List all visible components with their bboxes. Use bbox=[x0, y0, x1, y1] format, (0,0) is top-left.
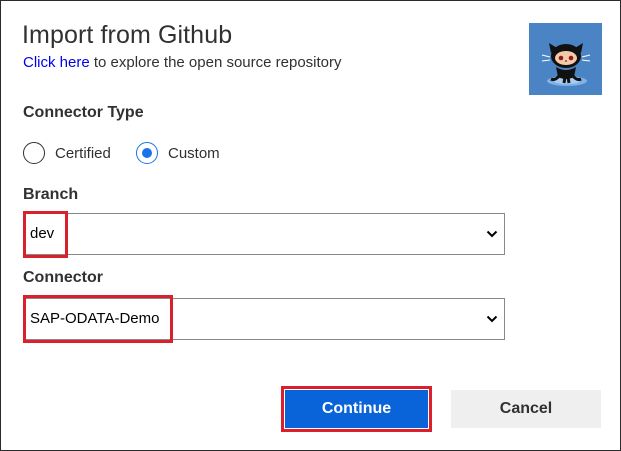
radio-label-certified: Certified bbox=[55, 144, 111, 162]
click-here-link[interactable]: Click here bbox=[23, 54, 90, 71]
dialog-title: Import from Github bbox=[22, 21, 233, 49]
github-logo bbox=[529, 23, 602, 95]
radio-custom[interactable]: Custom bbox=[136, 142, 220, 164]
import-dialog: Import from Github Click here to explore… bbox=[0, 0, 621, 451]
connector-select-value: SAP-ODATA-Demo bbox=[30, 310, 160, 327]
chevron-down-icon bbox=[486, 230, 498, 238]
branch-select-value: dev bbox=[30, 225, 55, 242]
branch-select[interactable]: dev bbox=[23, 213, 505, 255]
github-octocat-icon bbox=[541, 43, 591, 86]
connector-select[interactable]: SAP-ODATA-Demo bbox=[23, 298, 505, 340]
dialog-subtitle: Click here to explore the open source re… bbox=[23, 54, 342, 71]
cancel-button[interactable]: Cancel bbox=[451, 390, 601, 428]
connector-type-label: Connector Type bbox=[23, 104, 144, 121]
connector-label: Connector bbox=[23, 269, 103, 286]
radio-label-custom: Custom bbox=[168, 144, 220, 162]
radio-certified[interactable]: Certified bbox=[23, 142, 111, 164]
branch-label: Branch bbox=[23, 186, 79, 203]
continue-button[interactable]: Continue bbox=[285, 390, 428, 428]
subtitle-text: to explore the open source repository bbox=[89, 54, 342, 71]
radio-circle-custom[interactable] bbox=[136, 142, 158, 164]
radio-circle-certified[interactable] bbox=[23, 142, 45, 164]
chevron-down-icon bbox=[486, 315, 498, 323]
